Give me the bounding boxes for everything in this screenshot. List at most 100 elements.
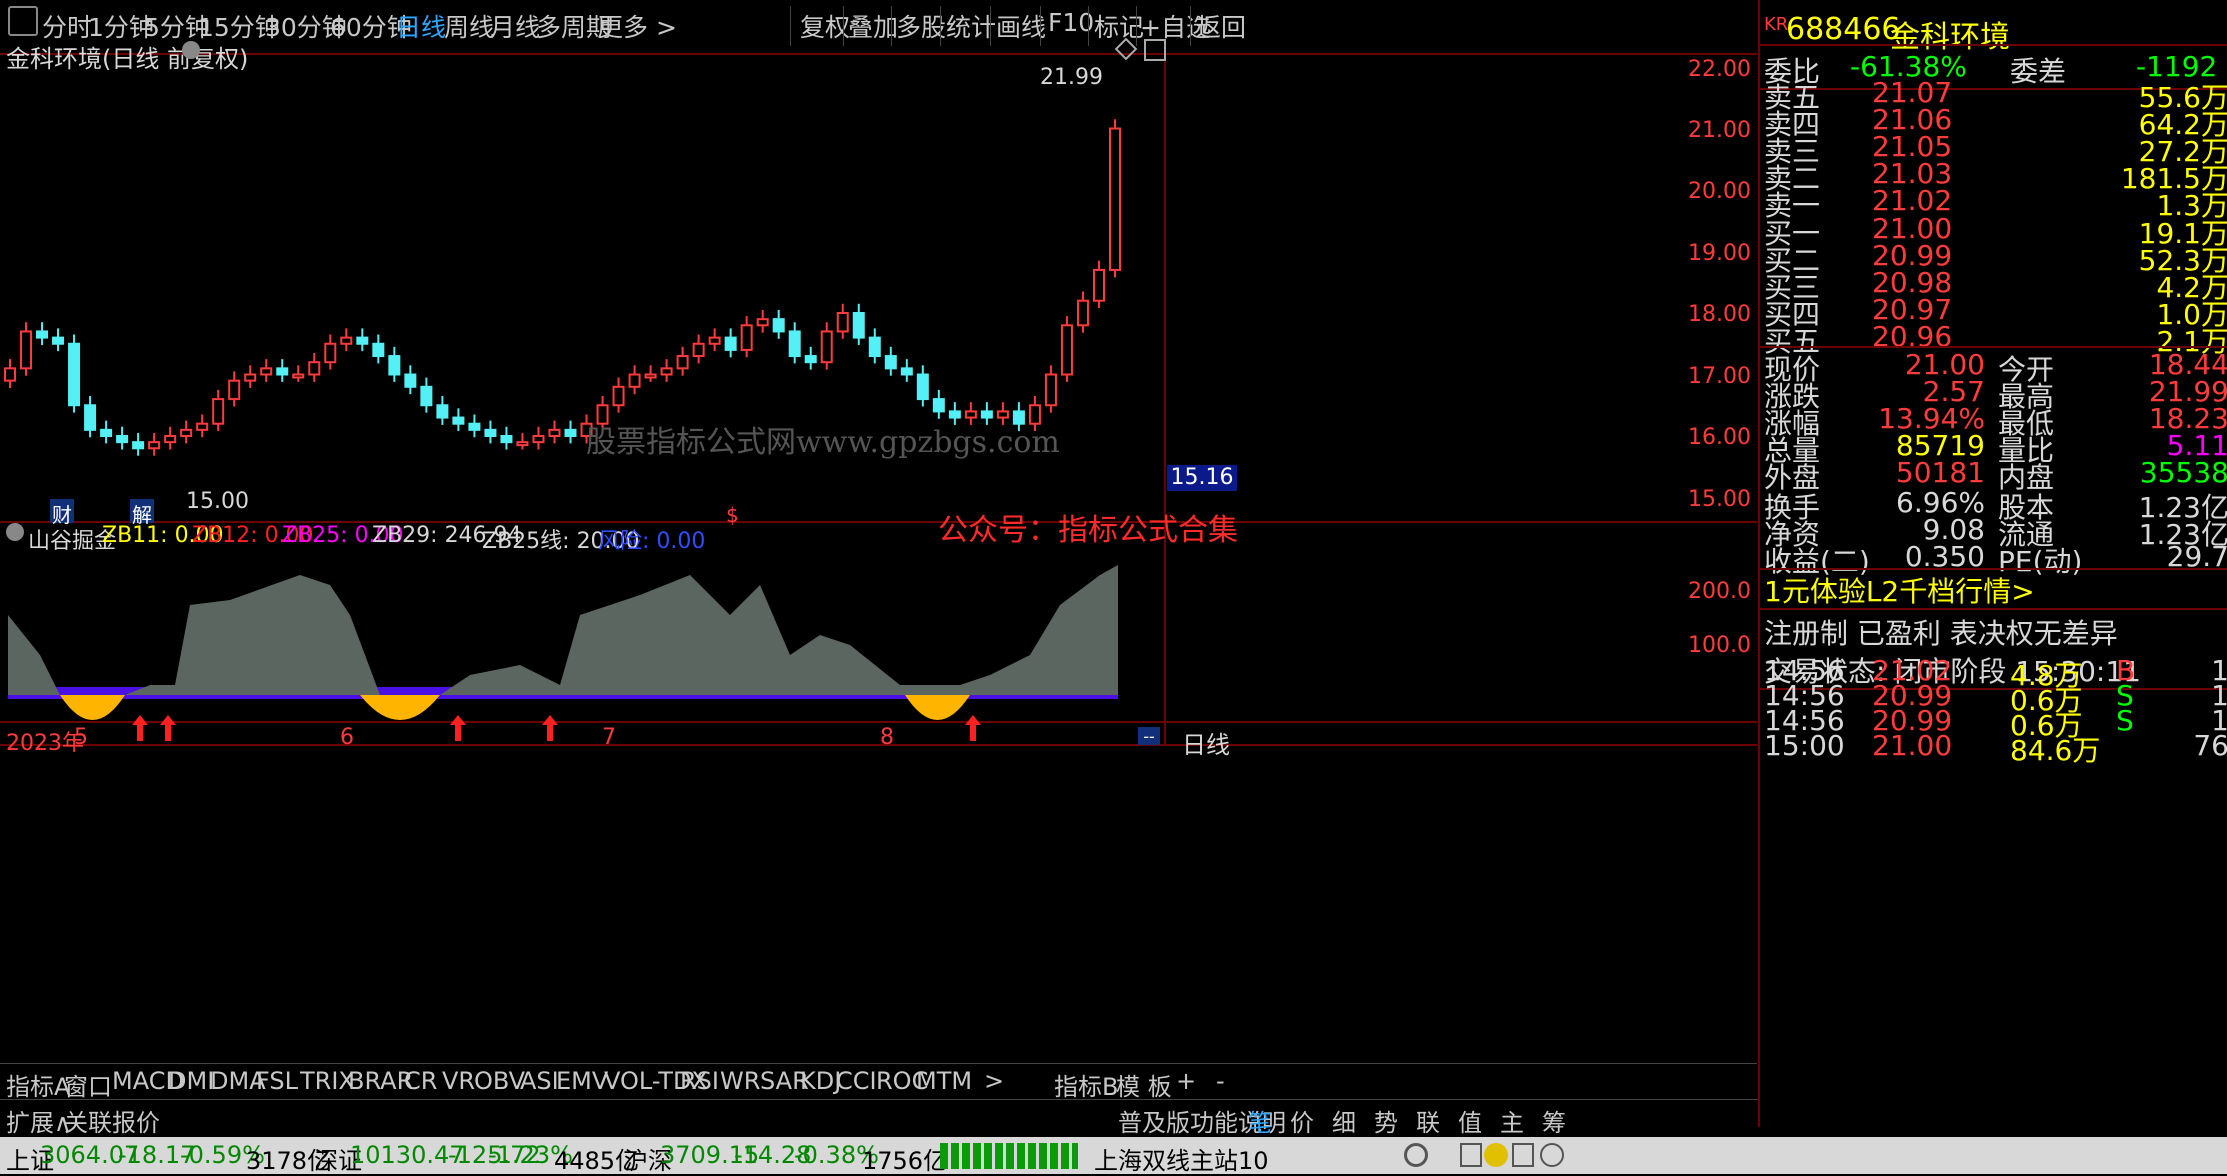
statistics-button[interactable]: 统计 <box>946 8 996 44</box>
coin-icon[interactable] <box>1484 1143 1508 1167</box>
chart-title: 金科环境(日线 前复权) <box>6 45 249 73</box>
period-label[interactable]: 日线 <box>1182 725 1230 760</box>
price-axis-label: 21.00 <box>1688 118 1751 143</box>
window-icon[interactable] <box>8 6 38 36</box>
candle-body <box>660 367 673 376</box>
candle-body <box>900 367 913 376</box>
time-axis-month: 6 <box>340 725 354 750</box>
kline-chart[interactable] <box>0 55 1757 1063</box>
candle-body <box>1044 373 1057 407</box>
low-annotation: 15.00 <box>186 489 249 514</box>
candle-body <box>372 342 385 358</box>
buy-arrow-icon <box>160 715 176 741</box>
indicator-tab[interactable]: 窗口 <box>64 1067 112 1102</box>
status-bar: 上证 3064.07 -18.17 -0.59% 3178亿 深证 10130.… <box>0 1137 2227 1176</box>
detail-tab[interactable]: 值 <box>1458 1103 1482 1138</box>
candle-body <box>644 373 657 379</box>
document-icon[interactable] <box>1460 1143 1482 1167</box>
back-button[interactable]: 返回 <box>1196 8 1246 44</box>
multi-stock-button[interactable]: 多股 <box>896 8 946 44</box>
detail-tab[interactable]: 笔 <box>1248 1103 1272 1138</box>
candle-body <box>724 336 737 351</box>
candle-body <box>420 385 433 407</box>
indicator-tab[interactable]: DMI <box>168 1067 214 1095</box>
indicator-b-tab[interactable]: 指标B <box>1054 1067 1118 1102</box>
remove-tab[interactable]: - <box>1216 1067 1225 1095</box>
dividend-marker[interactable]: $ <box>726 503 739 527</box>
indicator-tab[interactable]: VR <box>442 1067 475 1095</box>
draw-line-button[interactable]: 画线 <box>996 8 1046 44</box>
candle-body <box>500 435 513 444</box>
time-axis-year: 2023年 <box>6 731 84 756</box>
candle-body <box>468 422 481 431</box>
tick-time: 15:00 <box>1764 729 1845 762</box>
detail-tab[interactable]: 联 <box>1416 1103 1440 1138</box>
panel-toggle-icon[interactable] <box>1144 39 1166 61</box>
period-tab-monthly[interactable]: 月线 <box>490 8 540 44</box>
market-breadth-icon <box>940 1143 1078 1169</box>
template-tab[interactable]: 模 板 <box>1116 1067 1172 1102</box>
candle-body <box>708 336 721 345</box>
indicator-tab[interactable]: CCI <box>836 1067 877 1095</box>
candle-body <box>324 342 337 364</box>
scroll-toggle[interactable]: -- <box>1138 727 1160 746</box>
candle-body <box>868 336 881 358</box>
period-tab-daily[interactable]: 日线 <box>396 8 446 44</box>
indicator-tab[interactable]: > <box>984 1067 1004 1095</box>
candle-body <box>788 330 801 358</box>
refresh-icon[interactable] <box>1404 1143 1428 1167</box>
detail-tab[interactable]: 势 <box>1374 1103 1398 1138</box>
candle-body <box>308 361 321 376</box>
indicator-tab[interactable]: EMV <box>556 1067 608 1095</box>
detail-tab[interactable]: 主 <box>1500 1103 1524 1138</box>
candle-body <box>692 342 705 358</box>
buy-arrow-icon <box>450 715 466 741</box>
quote-panel: KR 688466 金科环境 委比 -61.38% 委差 -1192 卖五 21.… <box>1758 0 2227 1127</box>
indicator-tab[interactable]: MTM <box>916 1067 972 1095</box>
user-icon[interactable] <box>1540 1143 1564 1167</box>
price-axis-label: 19.00 <box>1688 241 1751 266</box>
indicator-tab[interactable]: WR <box>720 1067 760 1095</box>
indicator-menu-icon[interactable] <box>6 523 24 541</box>
indicator-tab[interactable]: ASI <box>520 1067 559 1095</box>
indicator-tab[interactable]: 指标A <box>6 1067 70 1102</box>
indicator-tab[interactable]: OBV <box>474 1067 525 1095</box>
candle-body <box>820 330 833 364</box>
price-axis-label: 22.00 <box>1688 57 1751 82</box>
period-tab-more[interactable]: 更多 > <box>598 8 677 44</box>
candle-body <box>516 441 529 447</box>
period-tab-weekly[interactable]: 周线 <box>444 8 494 44</box>
l2-promo-link[interactable]: 1元体验L2千档行情> <box>1764 570 2035 610</box>
tick-volume: 84.6万 <box>2010 734 2101 767</box>
detail-tab[interactable]: 细 <box>1332 1103 1356 1138</box>
calendar-icon[interactable] <box>1512 1143 1534 1167</box>
candle-body <box>148 441 161 450</box>
candle-body <box>612 385 625 407</box>
chart-area[interactable]: 金科环境(日线 前复权) 22.00 21.00 20.00 19.00 18.… <box>0 37 1757 1055</box>
chevron-down-icon[interactable] <box>182 41 200 59</box>
stock-tags: 注册制 已盈利 表决权无差异 <box>1764 617 2118 650</box>
candle-body <box>84 404 97 431</box>
candle-body <box>292 373 305 379</box>
price-axis-label: 18.00 <box>1688 302 1751 327</box>
detail-tab[interactable]: 筹 <box>1542 1103 1566 1138</box>
candle-body <box>852 312 865 339</box>
expand-button[interactable]: 扩展∧ <box>6 1103 72 1138</box>
add-tab[interactable]: + <box>1176 1067 1196 1095</box>
indicator-tab[interactable]: TRIX <box>300 1067 355 1095</box>
related-quote-tab[interactable]: 关联报价 <box>64 1103 160 1138</box>
indicator-tab[interactable]: RSI <box>680 1067 719 1095</box>
candle-body <box>548 428 561 438</box>
candle-body <box>68 342 81 407</box>
indicator-tab[interactable]: FSL <box>256 1067 298 1095</box>
indicator-axis-label: 200.0 <box>1688 579 1751 604</box>
period-toolbar: 分时 1分钟 5分钟 15分钟 30分钟 60分钟 日线 周线 月线 多周期 更… <box>0 0 1757 55</box>
candle-body <box>116 435 129 444</box>
candle-body <box>756 318 769 327</box>
server-status[interactable]: 上海双线主站10 <box>1094 1141 1269 1176</box>
unlock-marker[interactable]: 解 <box>130 499 154 527</box>
detail-tab[interactable]: 价 <box>1290 1103 1314 1138</box>
finance-marker[interactable]: 财 <box>50 499 74 527</box>
indicator-tab[interactable]: CR <box>404 1067 437 1095</box>
candle-body <box>100 428 113 438</box>
